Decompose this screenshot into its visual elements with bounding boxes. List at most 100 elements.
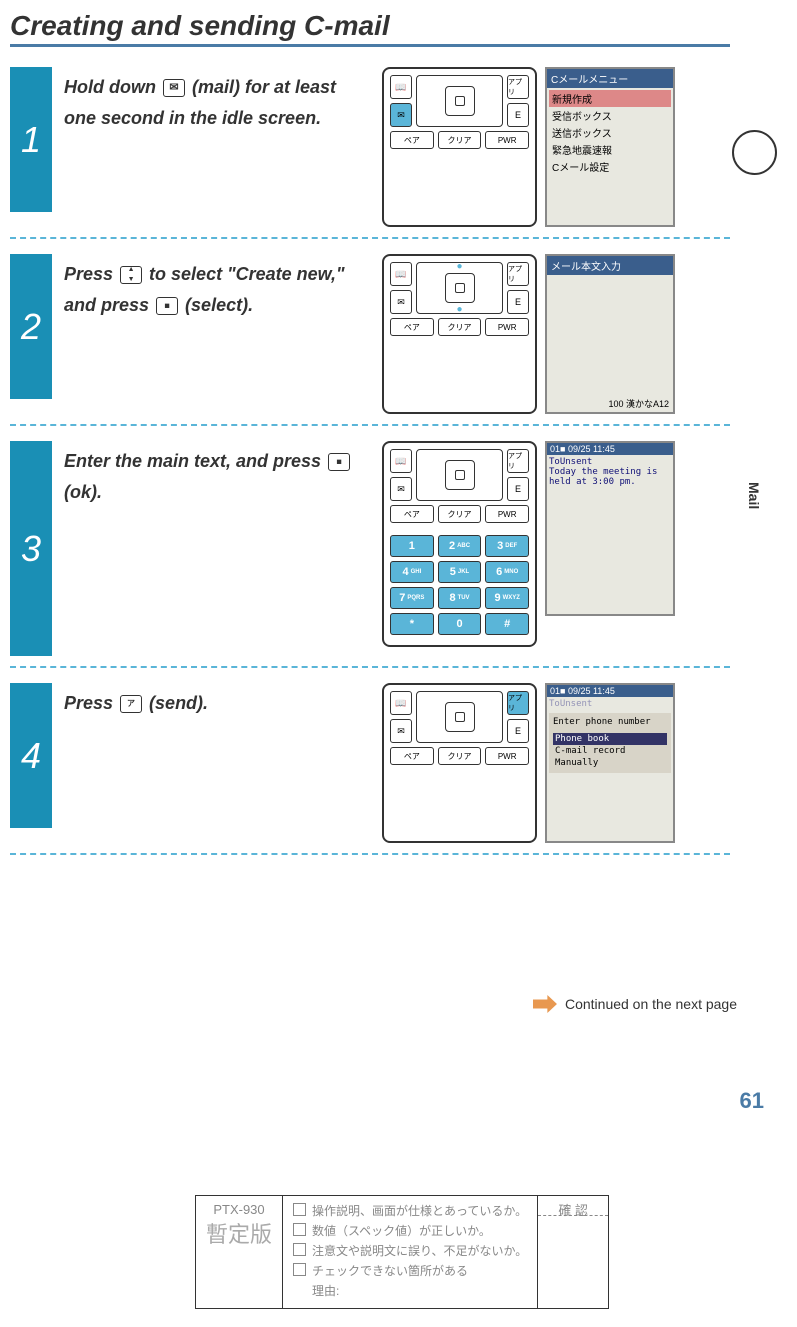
arrow-right-icon	[533, 995, 557, 1013]
checkbox-icon	[293, 1223, 306, 1236]
clear-key: クリア	[438, 131, 482, 149]
provisional-label: 暫定版	[206, 1217, 272, 1249]
text-fragment: Press	[64, 264, 118, 284]
screen-preview-3: 01■ 09/25 11:45 ToUnsent Today the meeti…	[545, 441, 675, 616]
softkey-app-icon-highlight: アプリ	[507, 691, 529, 715]
step-divider	[10, 237, 730, 239]
checkbox-icon	[293, 1203, 306, 1216]
dpad	[416, 75, 503, 127]
step-2: 2 Press to select "Create new," and pres…	[10, 254, 777, 414]
app-icon	[120, 695, 142, 713]
confirm-header: 確 認	[538, 1196, 608, 1216]
screen-status-line: 01■ 09/25 11:45	[547, 685, 673, 697]
call-key: ペア	[390, 318, 434, 336]
model-label: PTX-930	[206, 1202, 272, 1217]
softkey-mail-icon: ✉	[390, 103, 412, 127]
key-4: 4GHI	[390, 561, 434, 583]
dpad	[416, 691, 503, 743]
step-number-2: 2	[10, 254, 52, 399]
checklist-item: チェックできない箇所がある	[312, 1262, 468, 1279]
screen-preview-2: メール本文入力 100 漢かなA12	[545, 254, 675, 414]
keypad-illustration: 📖 ✉ アプリ E ペア クリア PWR	[382, 67, 537, 227]
popup-option: C-mail record	[553, 745, 667, 757]
checkbox-icon	[293, 1243, 306, 1256]
text-fragment: Hold down	[64, 77, 161, 97]
key-6: 6MNO	[485, 561, 529, 583]
step-number-4: 4	[10, 683, 52, 828]
key-1: 1	[390, 535, 434, 557]
screen-body-text: Today the meeting is held at 3:00 pm.	[549, 467, 671, 487]
checklist-item: 注意文や説明文に誤り、不足がないか。	[312, 1242, 527, 1259]
text-fragment: (ok).	[64, 482, 102, 502]
key-8: 8TUV	[438, 587, 482, 609]
softkey-e-icon: E	[507, 103, 529, 127]
pwr-key: PWR	[485, 318, 529, 336]
screen-header: メール本文入力	[547, 256, 673, 275]
step-4: 4 Press (send). 📖 ✉ アプリ E	[10, 683, 777, 843]
updown-icon	[120, 266, 142, 284]
text-fragment: (send).	[144, 693, 208, 713]
menu-item: 送信ボックス	[549, 124, 671, 141]
popup-option: Manually	[553, 757, 667, 769]
dpad-updown-highlight	[416, 262, 503, 314]
checklist-item: 数値（スペック値）が正しいか。	[312, 1222, 491, 1239]
select-icon	[156, 297, 178, 315]
softkey-app-icon: アプリ	[507, 262, 529, 286]
page-title: Creating and sending C-mail	[10, 10, 730, 47]
popup-overlay: Enter phone number Phone book C-mail rec…	[549, 713, 671, 773]
keypad-with-numpad: 📖 ✉ アプリ E ペア クリア PWR	[382, 441, 537, 647]
step-4-text: Press (send).	[64, 688, 372, 719]
key-3: 3DEF	[485, 535, 529, 557]
text-fragment: (select).	[180, 295, 253, 315]
text-fragment: Press	[64, 693, 118, 713]
step-3: 3 Enter the main text, and press (ok). 📖…	[10, 441, 777, 656]
popup-option: Phone book	[553, 733, 667, 745]
screen-to-line: ToUnsent	[549, 699, 671, 709]
continued-indicator: Continued on the next page	[10, 995, 737, 1013]
pwr-key: PWR	[485, 747, 529, 765]
step-number-3: 3	[10, 441, 52, 656]
softkey-mail-icon: ✉	[390, 290, 412, 314]
softkey-mail-icon: ✉	[390, 719, 412, 743]
step-number-1: 1	[10, 67, 52, 212]
screen-header: Cメールメニュー	[547, 69, 673, 88]
key-5: 5JKL	[438, 561, 482, 583]
softkey-book-icon: 📖	[390, 449, 412, 473]
step-divider	[10, 424, 730, 426]
ok-icon	[328, 453, 350, 471]
call-key: ペア	[390, 747, 434, 765]
step-2-text: Press to select "Create new," and press …	[64, 259, 372, 320]
screen-to-line: ToUnsent	[549, 457, 671, 467]
menu-item: 新規作成	[549, 90, 671, 107]
key-7: 7PQRS	[390, 587, 434, 609]
review-checklist-table: PTX-930 暫定版 操作説明、画面が仕様とあっているか。 数値（スペック値）…	[195, 1195, 609, 1309]
checklist-item: 操作説明、画面が仕様とあっているか。	[312, 1202, 527, 1219]
pwr-key: PWR	[485, 505, 529, 523]
mail-icon	[163, 79, 185, 97]
softkey-book-icon: 📖	[390, 691, 412, 715]
clear-key: クリア	[438, 505, 482, 523]
softkey-book-icon: 📖	[390, 262, 412, 286]
text-fragment: Enter the main text, and press	[64, 451, 326, 471]
page-number: 61	[740, 1088, 764, 1114]
key-0: 0	[438, 613, 482, 635]
reason-label: 理由:	[312, 1282, 527, 1299]
step-3-text: Enter the main text, and press (ok).	[64, 446, 372, 507]
clear-key: クリア	[438, 318, 482, 336]
screen-preview-4: 01■ 09/25 11:45 ToUnsent Enter phone num…	[545, 683, 675, 843]
keypad-illustration: 📖 ✉ アプリ E ペア クリア PWR	[382, 254, 537, 414]
checkbox-icon	[293, 1263, 306, 1276]
dpad	[416, 449, 503, 501]
softkey-e-icon: E	[507, 719, 529, 743]
softkey-app-icon: アプリ	[507, 75, 529, 99]
softkey-app-icon: アプリ	[507, 449, 529, 473]
softkey-mail-icon: ✉	[390, 477, 412, 501]
step-divider	[10, 666, 730, 668]
key-star: *	[390, 613, 434, 635]
key-hash: #	[485, 613, 529, 635]
keypad-illustration: 📖 ✉ アプリ E ペア クリア PWR	[382, 683, 537, 843]
call-key: ペア	[390, 131, 434, 149]
pwr-key: PWR	[485, 131, 529, 149]
softkey-e-icon: E	[507, 477, 529, 501]
menu-item: 緊急地震速報	[549, 141, 671, 158]
